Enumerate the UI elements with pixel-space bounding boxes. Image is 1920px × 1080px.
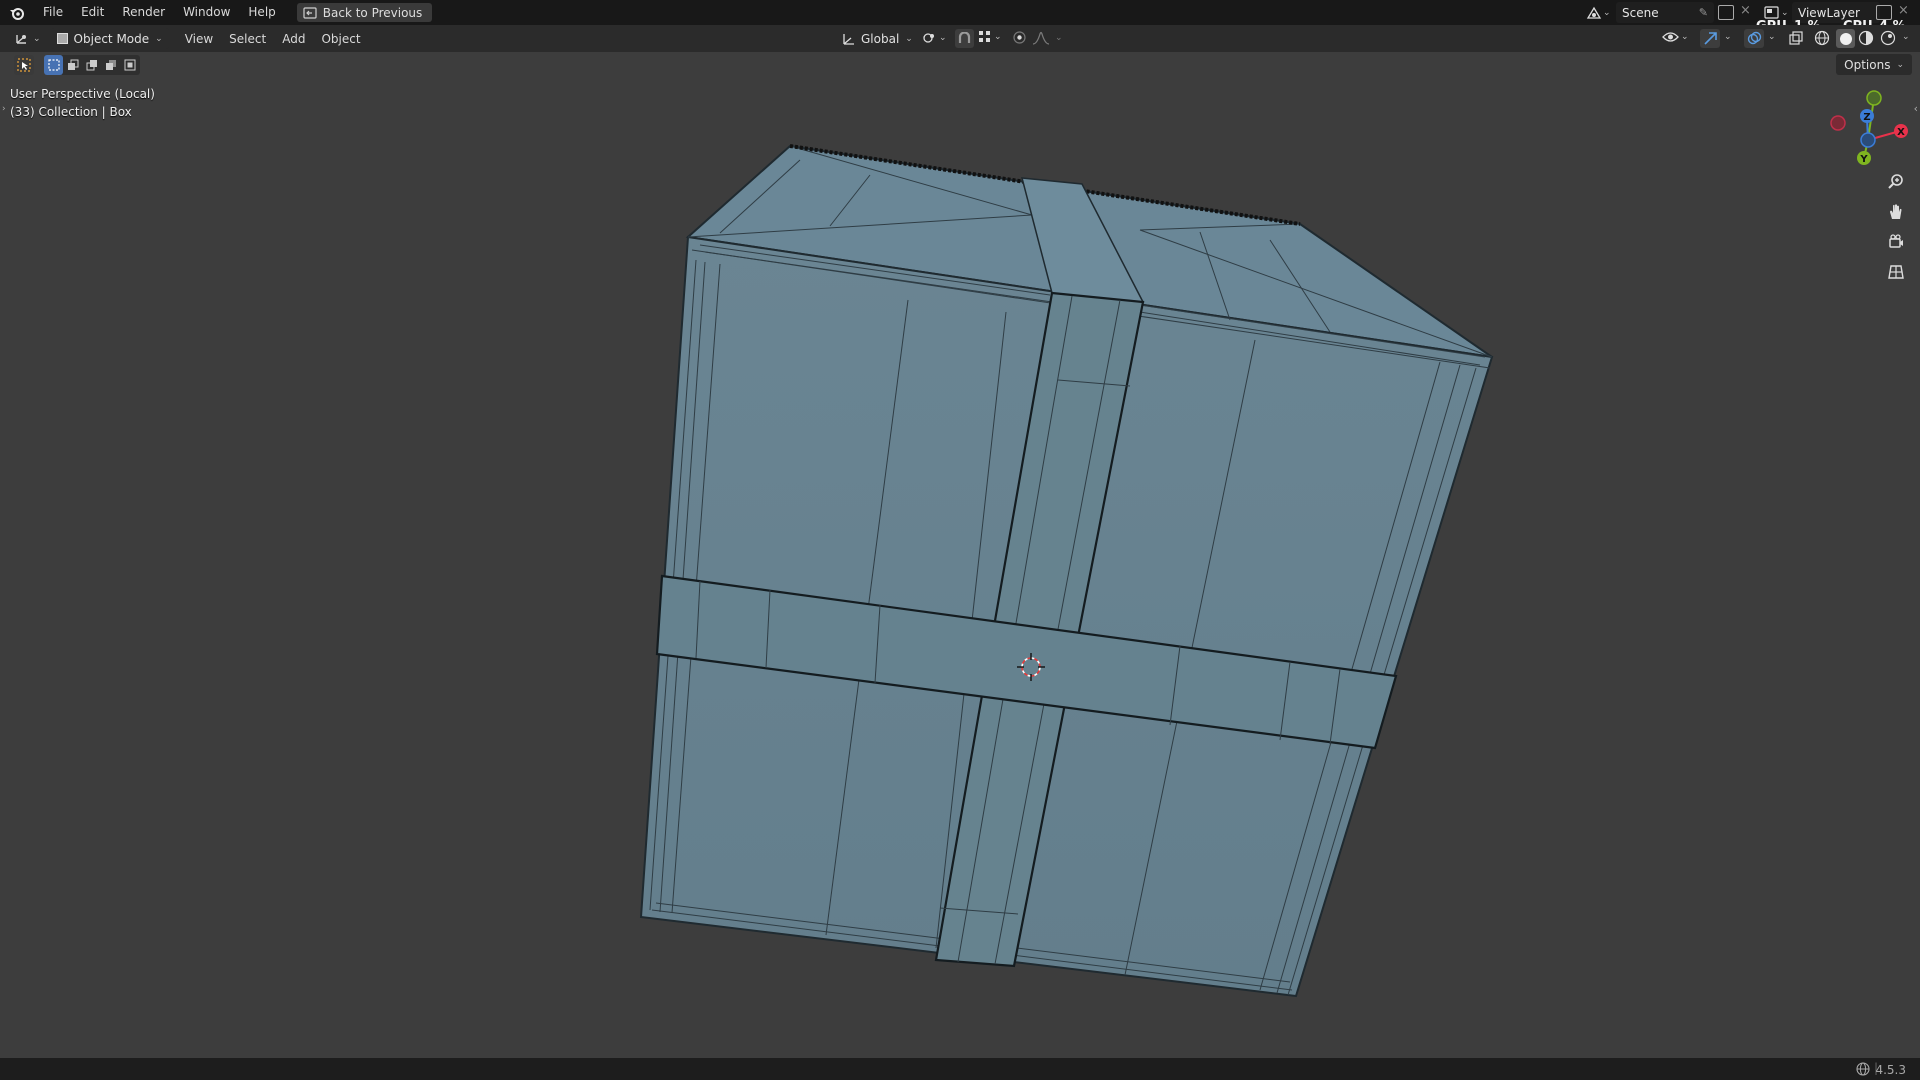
sidebar-toggle-icon[interactable]: ‹ [1914,102,1918,115]
axis-x-label: X [1897,127,1905,138]
network-globe-icon[interactable] [1856,1062,1870,1076]
axis-x-neg-handle[interactable] [1830,115,1846,131]
camera-view-icon[interactable] [1884,230,1908,254]
axis-z-neg-handle[interactable] [1860,132,1876,148]
status-bar: | 4.5.3 [0,1058,1920,1080]
box-object[interactable] [0,0,1920,1080]
perspective-toggle-icon[interactable] [1884,260,1908,284]
zoom-icon[interactable] [1884,170,1908,194]
axis-y-neg-handle[interactable] [1866,90,1882,106]
axis-z-label: Z [1863,112,1870,123]
pan-hand-icon[interactable] [1884,200,1908,224]
axis-y-label: Y [1859,154,1868,165]
navigation-gizmo[interactable]: Z X Y [1818,88,1920,168]
version-label: 4.5.3 [1875,1063,1906,1077]
